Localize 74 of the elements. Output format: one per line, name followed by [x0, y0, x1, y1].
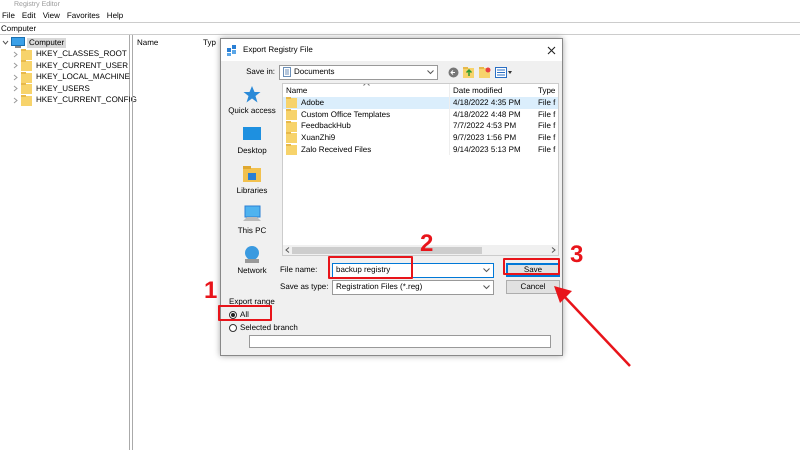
tree-item[interactable]: HKEY_CURRENT_USER [34, 60, 130, 71]
file-row[interactable]: FeedbackHub 7/7/2022 4:53 PM File f [283, 120, 558, 132]
folder-icon [286, 97, 297, 108]
new-folder-icon [479, 66, 491, 78]
menu-item[interactable]: Favorites [66, 10, 100, 20]
back-icon [448, 66, 459, 78]
folder-icon [21, 94, 32, 106]
file-list[interactable] [282, 83, 559, 256]
menu-item[interactable]: File [2, 10, 15, 20]
dialog-button[interactable]: Cancel [506, 280, 560, 294]
sidebar-item[interactable]: Network [237, 245, 267, 276]
file-row[interactable]: Custom Office Templates 4/18/2022 4:48 PM File f [283, 108, 558, 120]
folder-icon [286, 109, 297, 120]
tree-item[interactable]: HKEY_LOCAL_MACHINE [34, 72, 132, 82]
tree-item[interactable]: HKEY_CURRENT_CONFIG [34, 95, 139, 106]
file-row[interactable]: Zalo Received Files 9/14/2023 5:13 PM File f [283, 144, 558, 156]
sidebar-item[interactable]: Quick access [228, 85, 276, 116]
highlight-box [218, 305, 272, 321]
toolbar-button[interactable] [495, 66, 512, 78]
sidebar-item[interactable]: This PC [238, 205, 266, 236]
chevron-down-icon [483, 268, 490, 272]
file-type-dropdown[interactable]: Registration Files (*.reg) [332, 280, 494, 294]
radio-option[interactable]: All [229, 310, 249, 320]
menu-item[interactable]: Edit [22, 10, 36, 20]
menu-item[interactable]: View [42, 10, 60, 20]
folder-icon [286, 120, 297, 132]
dialog-title: Export Registry File [243, 45, 314, 55]
scroll-left-icon [285, 247, 290, 253]
menu-item[interactable]: Help [106, 10, 124, 20]
group-label: Export range [229, 297, 275, 307]
chevron-down-icon [483, 284, 490, 290]
sidebar-item[interactable]: Libraries [236, 165, 268, 196]
folder-icon [21, 72, 32, 83]
sidebar-item[interactable]: Desktop [237, 125, 267, 156]
network-icon [242, 245, 262, 264]
highlight-box [503, 258, 560, 275]
up-folder-icon [463, 66, 475, 78]
branch-field[interactable] [249, 335, 551, 348]
step-number: 2 [420, 232, 434, 256]
column-header[interactable]: Name [133, 38, 199, 48]
document-icon [283, 67, 291, 77]
folder-icon [21, 83, 32, 94]
step-number: 1 [204, 279, 218, 303]
chevron-down-icon [427, 70, 434, 74]
field-label: Save as type: [280, 282, 330, 292]
step-number: 3 [570, 243, 584, 267]
tree-item[interactable]: HKEY_USERS [34, 84, 92, 94]
column-header[interactable]: Name [283, 86, 449, 96]
address-bar[interactable]: Computer [0, 22, 800, 35]
computer-icon [11, 37, 25, 48]
file-row[interactable]: XuanZhi9 9/7/2023 1:56 PM File f [283, 132, 558, 144]
close-icon [547, 46, 556, 54]
file-name-field[interactable]: backup registry [332, 262, 494, 278]
scroll-right-icon [551, 247, 556, 253]
monitor-icon [242, 205, 262, 224]
registry-icon [227, 44, 238, 56]
dropdown-value: Documents [294, 67, 336, 77]
radio-option[interactable]: Selected branch [229, 323, 298, 333]
field-label: Save in: [245, 67, 276, 77]
folder-icon [242, 165, 262, 184]
folder-icon [21, 60, 32, 72]
tree-item[interactable]: HKEY_CLASSES_ROOT [34, 49, 129, 60]
field-label: File name: [280, 265, 318, 275]
tree-item[interactable]: Computer [27, 38, 66, 48]
close-button[interactable] [547, 46, 556, 54]
folder-icon [21, 48, 32, 60]
column-header[interactable]: Type [535, 86, 556, 96]
folder-icon [286, 132, 297, 144]
folder-icon [286, 144, 297, 156]
star-icon [242, 85, 262, 104]
column-header[interactable]: Typ [199, 38, 216, 48]
file-row[interactable]: Adobe 4/18/2022 4:35 PM File f [283, 97, 558, 109]
view-menu-icon [495, 66, 512, 78]
save-in-dropdown[interactable]: Documents [279, 64, 438, 80]
